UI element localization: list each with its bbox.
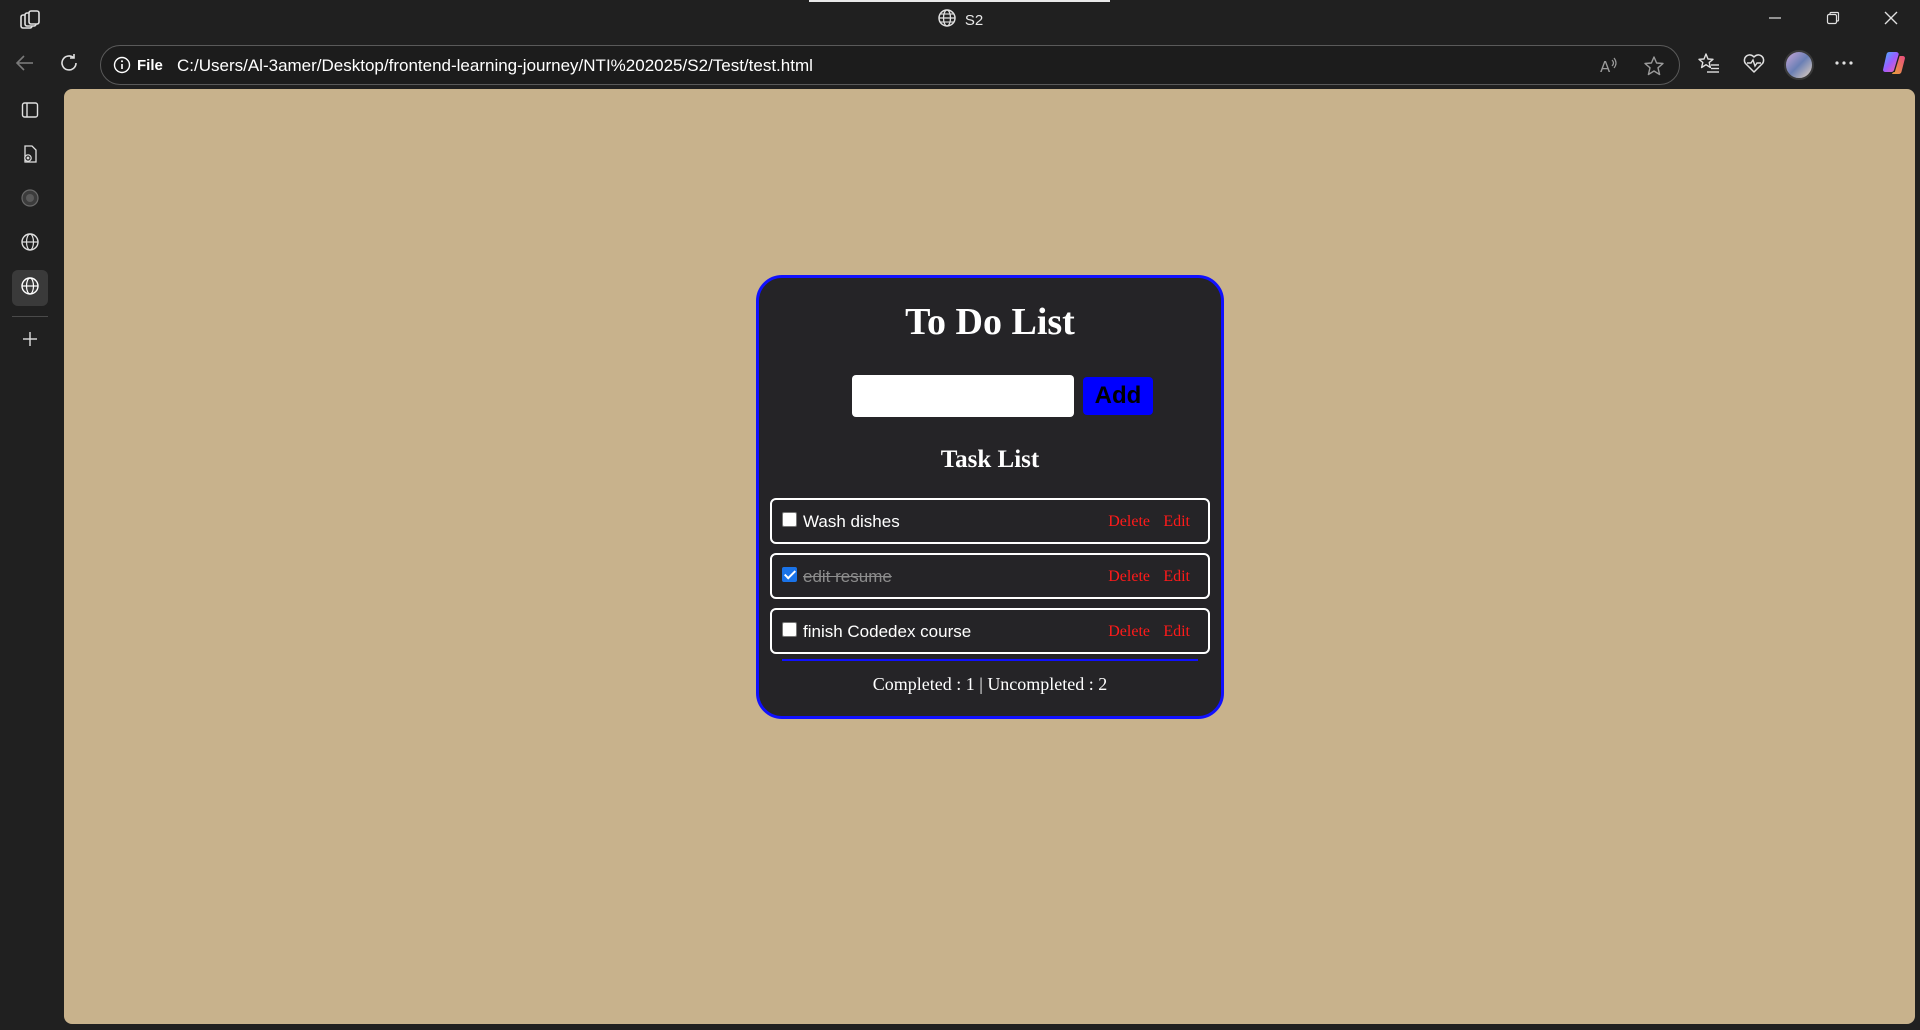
task-summary: Completed : 1 | Uncompleted : 2 bbox=[759, 674, 1221, 695]
restore-button[interactable] bbox=[1804, 0, 1862, 41]
completed-label: Completed : bbox=[872, 674, 962, 694]
uncompleted-count: 2 bbox=[1098, 674, 1108, 694]
summary-separator: | bbox=[979, 674, 983, 694]
copilot-icon bbox=[1880, 49, 1908, 82]
profile-button[interactable] bbox=[1783, 49, 1815, 81]
page-icon bbox=[20, 144, 40, 169]
task-item: Wash dishes Delete Edit bbox=[770, 498, 1210, 544]
avatar bbox=[1784, 50, 1814, 80]
close-icon bbox=[1884, 11, 1898, 30]
task-list: Wash dishes Delete Edit edit resume Dele… bbox=[770, 498, 1210, 663]
summary-divider bbox=[782, 659, 1198, 661]
tab-actions-icon bbox=[20, 100, 40, 125]
svg-text:A: A bbox=[1600, 58, 1611, 76]
back-button[interactable] bbox=[9, 49, 41, 81]
url-text[interactable]: C:/Users/Al-3amer/Desktop/frontend-learn… bbox=[177, 56, 813, 76]
completed-count: 1 bbox=[965, 674, 975, 694]
title-bar: S2 bbox=[0, 0, 1920, 41]
favorites-button[interactable] bbox=[1693, 49, 1725, 81]
globe-icon bbox=[20, 276, 40, 301]
task-item: edit resume Delete Edit bbox=[770, 553, 1210, 599]
delete-button[interactable]: Delete bbox=[1108, 513, 1150, 531]
scheme-label: File bbox=[137, 57, 163, 74]
more-icon bbox=[1833, 52, 1855, 79]
task-text: Wash dishes bbox=[803, 512, 900, 531]
new-tab-plus-icon bbox=[20, 329, 40, 354]
close-button[interactable] bbox=[1862, 0, 1920, 41]
page-title: To Do List bbox=[905, 301, 1075, 343]
refresh-button[interactable] bbox=[53, 49, 85, 81]
task-list-heading: Task List bbox=[940, 446, 1040, 473]
browser-toolbar: File C:/Users/Al-3amer/Desktop/frontend-… bbox=[0, 41, 1920, 89]
favorite-star-icon[interactable] bbox=[1642, 54, 1666, 78]
info-icon[interactable] bbox=[113, 56, 131, 74]
minimize-button[interactable] bbox=[1746, 0, 1804, 41]
uncompleted-label: Uncompleted : bbox=[987, 674, 1094, 694]
task-input[interactable] bbox=[852, 375, 1074, 417]
task-text: edit resume bbox=[803, 567, 892, 586]
browser-essentials-icon bbox=[1742, 51, 1766, 80]
task-text: finish Codedex course bbox=[803, 622, 972, 641]
task-item: finish Codedex course Delete Edit bbox=[770, 608, 1210, 654]
edit-button[interactable]: Edit bbox=[1163, 513, 1190, 531]
sidebar-tab-3[interactable] bbox=[12, 226, 48, 262]
favorites-icon bbox=[1697, 51, 1721, 80]
sidebar-tab-active[interactable] bbox=[12, 270, 48, 306]
more-button[interactable] bbox=[1828, 49, 1860, 81]
window-controls bbox=[1746, 0, 1920, 41]
globe-icon bbox=[20, 232, 40, 257]
todo-card: To Do List Add Task List Wash dishes Del… bbox=[756, 275, 1224, 719]
sidebar-divider bbox=[12, 316, 48, 317]
back-icon bbox=[14, 52, 36, 79]
restore-icon bbox=[1826, 11, 1840, 30]
tab-circle-icon bbox=[20, 188, 40, 213]
globe-icon bbox=[937, 8, 957, 33]
delete-button[interactable]: Delete bbox=[1108, 623, 1150, 641]
tab-actions-button[interactable] bbox=[12, 94, 48, 130]
sidebar-tab-1[interactable] bbox=[12, 138, 48, 174]
task-checkbox[interactable] bbox=[782, 512, 797, 527]
task-checkbox[interactable] bbox=[782, 622, 797, 637]
refresh-icon bbox=[58, 52, 80, 79]
minimize-icon bbox=[1768, 11, 1782, 30]
delete-button[interactable]: Delete bbox=[1108, 568, 1150, 586]
tab-title: S2 bbox=[964, 12, 984, 29]
read-aloud-icon[interactable]: A bbox=[1597, 54, 1621, 78]
address-bar[interactable]: File C:/Users/Al-3amer/Desktop/frontend-… bbox=[100, 45, 1680, 85]
sidebar-tab-2[interactable] bbox=[12, 182, 48, 218]
browser-essentials-button[interactable] bbox=[1738, 49, 1770, 81]
workspaces-icon[interactable] bbox=[18, 9, 42, 33]
task-checkbox[interactable] bbox=[782, 567, 797, 582]
active-tab-indicator bbox=[809, 0, 1110, 2]
new-tab-button[interactable] bbox=[12, 323, 48, 359]
add-button[interactable]: Add bbox=[1083, 377, 1153, 415]
vertical-tabs-sidebar bbox=[0, 89, 64, 1030]
edit-button[interactable]: Edit bbox=[1163, 623, 1190, 641]
copilot-button[interactable] bbox=[1878, 49, 1910, 81]
edit-button[interactable]: Edit bbox=[1163, 568, 1190, 586]
page-viewport: To Do List Add Task List Wash dishes Del… bbox=[64, 89, 1915, 1024]
